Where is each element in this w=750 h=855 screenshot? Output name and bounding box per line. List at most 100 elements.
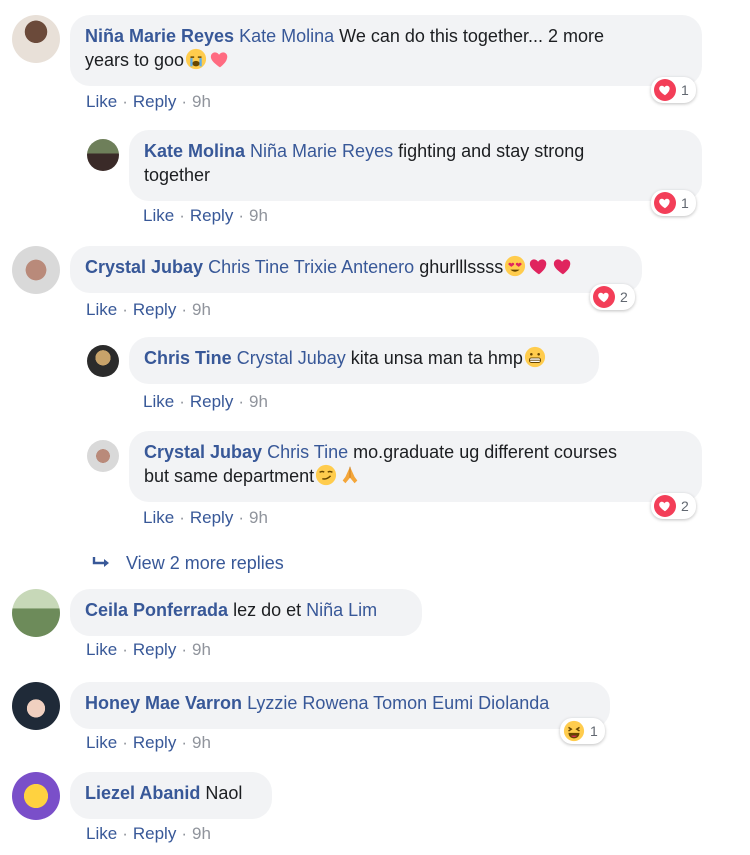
like-link[interactable]: Like: [86, 300, 117, 319]
avatar[interactable]: [12, 589, 60, 637]
separator: ·: [181, 300, 187, 319]
comment-text: but same department: [144, 466, 315, 486]
timestamp[interactable]: 9h: [249, 206, 268, 225]
avatar[interactable]: [12, 772, 60, 820]
separator: ·: [238, 508, 244, 527]
love-reaction-icon: [654, 79, 676, 101]
comment-bubble: Niña Marie Reyes Kate Molina We can do t…: [70, 15, 702, 86]
comment-mention[interactable]: Lyzzie Rowena Tomon Eumi Diolanda: [247, 693, 549, 713]
comment-mention[interactable]: Chris Tine: [267, 442, 348, 462]
comment-author[interactable]: Honey Mae Varron: [85, 693, 242, 713]
comment-author[interactable]: Ceila Ponferrada: [85, 600, 228, 620]
reaction-number: 1: [681, 195, 689, 211]
reaction-number: 2: [681, 498, 689, 514]
reply-link[interactable]: Reply: [133, 824, 176, 843]
reply-arrow-icon: [92, 557, 109, 567]
comment-author[interactable]: Crystal Jubay: [144, 442, 262, 462]
comment-text: fighting and stay strong: [398, 141, 585, 161]
reaction-count[interactable]: 1: [651, 77, 696, 103]
reply-link[interactable]: Reply: [133, 300, 176, 319]
comment-actions: Like · Reply · 9h: [143, 508, 268, 528]
like-link[interactable]: Like: [86, 824, 117, 843]
timestamp[interactable]: 9h: [192, 92, 211, 111]
avatar[interactable]: [12, 246, 60, 294]
timestamp[interactable]: 9h: [249, 508, 268, 527]
reaction-count[interactable]: 1: [560, 718, 605, 744]
separator: ·: [179, 206, 185, 225]
avatar[interactable]: [87, 440, 119, 472]
comment-mention[interactable]: Kate Molina: [239, 26, 334, 46]
comment-actions: Like · Reply · 9h: [86, 640, 211, 660]
haha-reaction-icon: [563, 720, 585, 742]
timestamp[interactable]: 9h: [192, 300, 211, 319]
like-link[interactable]: Like: [143, 508, 174, 527]
heart-emoji-icon: [209, 48, 231, 70]
comment-text: We can do this together... 2 more: [339, 26, 604, 46]
reaction-count[interactable]: 2: [590, 284, 635, 310]
like-link[interactable]: Like: [86, 733, 117, 752]
heart-emoji-icon: [528, 255, 550, 277]
comment-actions: Like · Reply · 9h: [86, 300, 211, 320]
avatar[interactable]: [87, 139, 119, 171]
reply-link[interactable]: Reply: [190, 206, 233, 225]
comment-text: lez do et: [233, 600, 302, 620]
reply-link[interactable]: Reply: [133, 640, 176, 659]
reaction-number: 1: [590, 723, 598, 739]
separator: ·: [181, 824, 187, 843]
comment-actions: Like · Reply · 9h: [86, 92, 211, 112]
comment-text: ghurlllssss: [419, 257, 504, 277]
comment-bubble: Crystal Jubay Chris Tine Trixie Antenero…: [70, 246, 642, 293]
timestamp[interactable]: 9h: [249, 392, 268, 411]
comment-mention[interactable]: Crystal Jubay: [237, 348, 346, 368]
comment-author[interactable]: Kate Molina: [144, 141, 245, 161]
comment-text: Naol: [205, 783, 243, 803]
comment-mention[interactable]: Niña Lim: [306, 600, 377, 620]
like-link[interactable]: Like: [143, 392, 174, 411]
comment-author[interactable]: Liezel Abanid: [85, 783, 200, 803]
reaction-number: 2: [620, 289, 628, 305]
crying-emoji-icon: [185, 48, 207, 70]
heart-eyes-emoji-icon: [505, 255, 526, 277]
separator: ·: [238, 392, 244, 411]
comment-author[interactable]: Chris Tine: [144, 348, 232, 368]
comment-text: together: [144, 165, 211, 185]
separator: ·: [181, 92, 187, 111]
comment-text: mo.graduate ug different courses: [353, 442, 617, 462]
love-reaction-icon: [654, 495, 676, 517]
reply-link[interactable]: Reply: [190, 508, 233, 527]
timestamp[interactable]: 9h: [192, 640, 211, 659]
separator: ·: [179, 508, 185, 527]
like-link[interactable]: Like: [86, 640, 117, 659]
reply-link[interactable]: Reply: [133, 733, 176, 752]
comment-mention[interactable]: Niña Marie Reyes: [250, 141, 393, 161]
reply-link[interactable]: Reply: [133, 92, 176, 111]
avatar[interactable]: [87, 345, 119, 377]
separator: ·: [181, 640, 187, 659]
separator: ·: [179, 392, 185, 411]
separator: ·: [238, 206, 244, 225]
avatar[interactable]: [12, 15, 60, 63]
comment-text: kita unsa man ta hmp: [350, 348, 523, 368]
reply-link[interactable]: Reply: [190, 392, 233, 411]
grimace-emoji-icon: [524, 346, 545, 368]
separator: ·: [122, 300, 128, 319]
comment-bubble: Chris Tine Crystal Jubay kita unsa man t…: [129, 337, 599, 384]
pray-emoji-icon: [342, 466, 358, 484]
comment-mention[interactable]: Chris Tine Trixie Antenero: [208, 257, 414, 277]
comment-author[interactable]: Crystal Jubay: [85, 257, 203, 277]
reaction-number: 1: [681, 82, 689, 98]
separator: ·: [122, 733, 128, 752]
comment-actions: Like · Reply · 9h: [143, 206, 268, 226]
like-link[interactable]: Like: [143, 206, 174, 225]
comment-author[interactable]: Niña Marie Reyes: [85, 26, 234, 46]
timestamp[interactable]: 9h: [192, 733, 211, 752]
view-more-label[interactable]: View 2 more replies: [126, 553, 284, 573]
avatar[interactable]: [12, 682, 60, 730]
like-link[interactable]: Like: [86, 92, 117, 111]
view-more-replies[interactable]: View 2 more replies: [92, 553, 284, 574]
comment-bubble: Honey Mae Varron Lyzzie Rowena Tomon Eum…: [70, 682, 610, 729]
reaction-count[interactable]: 2: [651, 493, 696, 519]
comment-actions: Like · Reply · 9h: [143, 392, 268, 412]
timestamp[interactable]: 9h: [192, 824, 211, 843]
reaction-count[interactable]: 1: [651, 190, 696, 216]
